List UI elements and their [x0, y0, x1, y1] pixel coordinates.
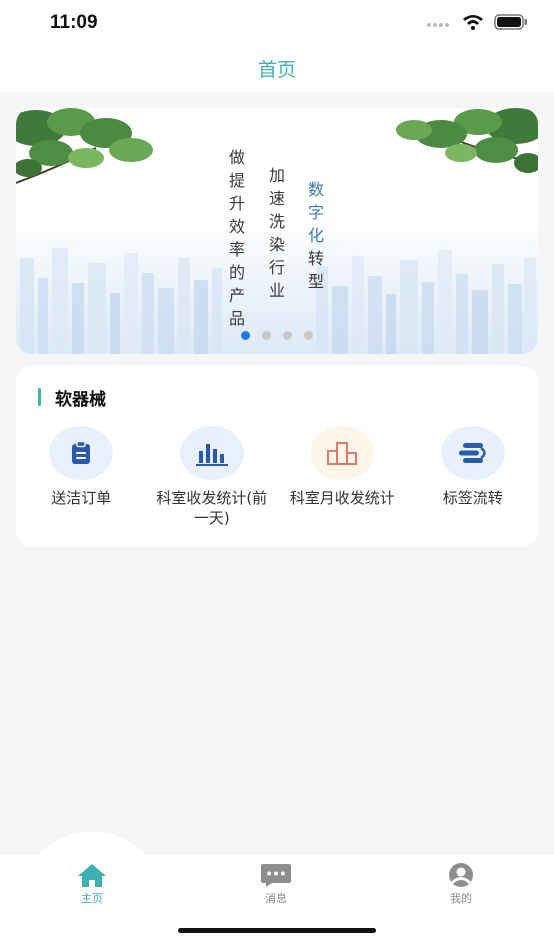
carousel-dot[interactable]	[262, 331, 271, 340]
tree-foliage-right	[396, 108, 538, 173]
feature-label: 科室收发统计(前一天)	[156, 489, 268, 527]
feature-label: 标签流转	[442, 489, 503, 507]
clipboard-icon	[49, 426, 114, 480]
section-title: 软器械	[55, 389, 106, 410]
home-icon	[78, 864, 106, 887]
nav-bar: 首页	[0, 48, 554, 92]
tree-foliage-left	[16, 108, 153, 184]
carousel-dot[interactable]	[241, 331, 250, 340]
feature-tag-flow[interactable]: 标签流转	[408, 426, 539, 528]
user-avatar-icon	[449, 863, 473, 887]
section-header: 软器械	[38, 387, 106, 410]
page-title: 首页	[257, 59, 296, 81]
status-time: 11:09	[50, 12, 98, 33]
tab-messages[interactable]: 消息	[246, 862, 306, 906]
tab-home-label: 主页	[81, 892, 103, 905]
section-header-bar	[38, 388, 41, 406]
building-chart-icon	[310, 426, 375, 480]
feature-clean-order[interactable]: 送洁订单	[16, 426, 147, 528]
chat-bubble-icon	[261, 864, 291, 887]
tag-flow-icon	[440, 426, 505, 480]
soft-instruments-card: 软器械 送洁订单 科室收发统计(前一天) 科室月收发统计 标签流转	[16, 366, 538, 547]
battery-icon	[494, 14, 527, 30]
bar-chart-icon	[179, 426, 244, 480]
banner-carousel[interactable]: 做提升效率的产品 加速洗染行业 数字化 转型	[16, 108, 538, 354]
feature-dept-daily-stats[interactable]: 科室收发统计(前一天)	[147, 426, 278, 528]
banner-text-col1: 做提升效率的产品	[228, 148, 245, 328]
tab-home[interactable]: 主页	[62, 862, 122, 906]
carousel-dot[interactable]	[283, 331, 292, 340]
banner-text-col3: 转型	[307, 249, 324, 291]
feature-dept-monthly-stats[interactable]: 科室月收发统计	[277, 426, 408, 528]
feature-label: 科室月收发统计	[289, 489, 395, 507]
status-icons	[426, 14, 528, 30]
carousel-dot[interactable]	[304, 331, 313, 340]
home-indicator	[178, 928, 376, 933]
feature-label: 送洁订单	[51, 489, 112, 507]
wifi-icon	[463, 15, 483, 30]
tab-mine-label: 我的	[450, 892, 472, 905]
banner-text-col3-highlight: 数字化	[307, 180, 324, 245]
banner-text-col2: 加速洗染行业	[268, 166, 285, 300]
tab-mine[interactable]: 我的	[431, 862, 491, 906]
status-bar: 11:09	[0, 0, 554, 48]
signal-icon	[427, 23, 449, 27]
feature-grid: 送洁订单 科室收发统计(前一天) 科室月收发统计 标签流转	[16, 426, 538, 528]
tab-messages-label: 消息	[265, 892, 287, 905]
carousel-indicator	[16, 331, 538, 340]
